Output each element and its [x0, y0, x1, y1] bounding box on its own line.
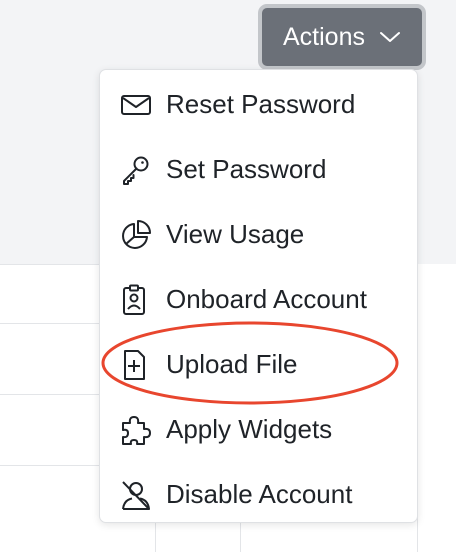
- menu-item-label: Onboard Account: [166, 284, 367, 314]
- menu-item-label: Reset Password: [166, 89, 356, 119]
- menu-item-label: Apply Widgets: [166, 414, 333, 444]
- pie-chart-icon: [120, 217, 156, 253]
- person-slash-icon: [120, 477, 156, 513]
- menu-item-label: View Usage: [166, 219, 305, 249]
- file-plus-icon: [120, 347, 156, 383]
- badge-icon: [120, 282, 156, 318]
- menu-item-label: Disable Account: [166, 479, 353, 509]
- menu-item-disable-account[interactable]: Disable Account: [100, 462, 417, 527]
- menu-item-reset-password[interactable]: Reset Password: [100, 72, 417, 137]
- menu-item-view-usage[interactable]: View Usage: [100, 202, 417, 267]
- key-icon: [120, 152, 156, 188]
- menu-item-label: Set Password: [166, 154, 327, 184]
- puzzle-icon: [120, 412, 156, 448]
- menu-item-apply-widgets[interactable]: Apply Widgets: [100, 397, 417, 462]
- screen: Actions Reset Password Set Password View…: [0, 0, 456, 552]
- menu-item-label: Upload File: [166, 349, 298, 379]
- menu-item-onboard-account[interactable]: Onboard Account: [100, 267, 417, 332]
- chevron-down-icon: [379, 30, 401, 44]
- menu-item-upload-file[interactable]: Upload File: [100, 332, 417, 397]
- envelope-icon: [120, 87, 156, 123]
- actions-menu: Reset Password Set Password View Usage O…: [99, 69, 418, 523]
- actions-button[interactable]: Actions: [258, 4, 426, 70]
- actions-button-label: Actions: [283, 22, 365, 51]
- menu-item-set-password[interactable]: Set Password: [100, 137, 417, 202]
